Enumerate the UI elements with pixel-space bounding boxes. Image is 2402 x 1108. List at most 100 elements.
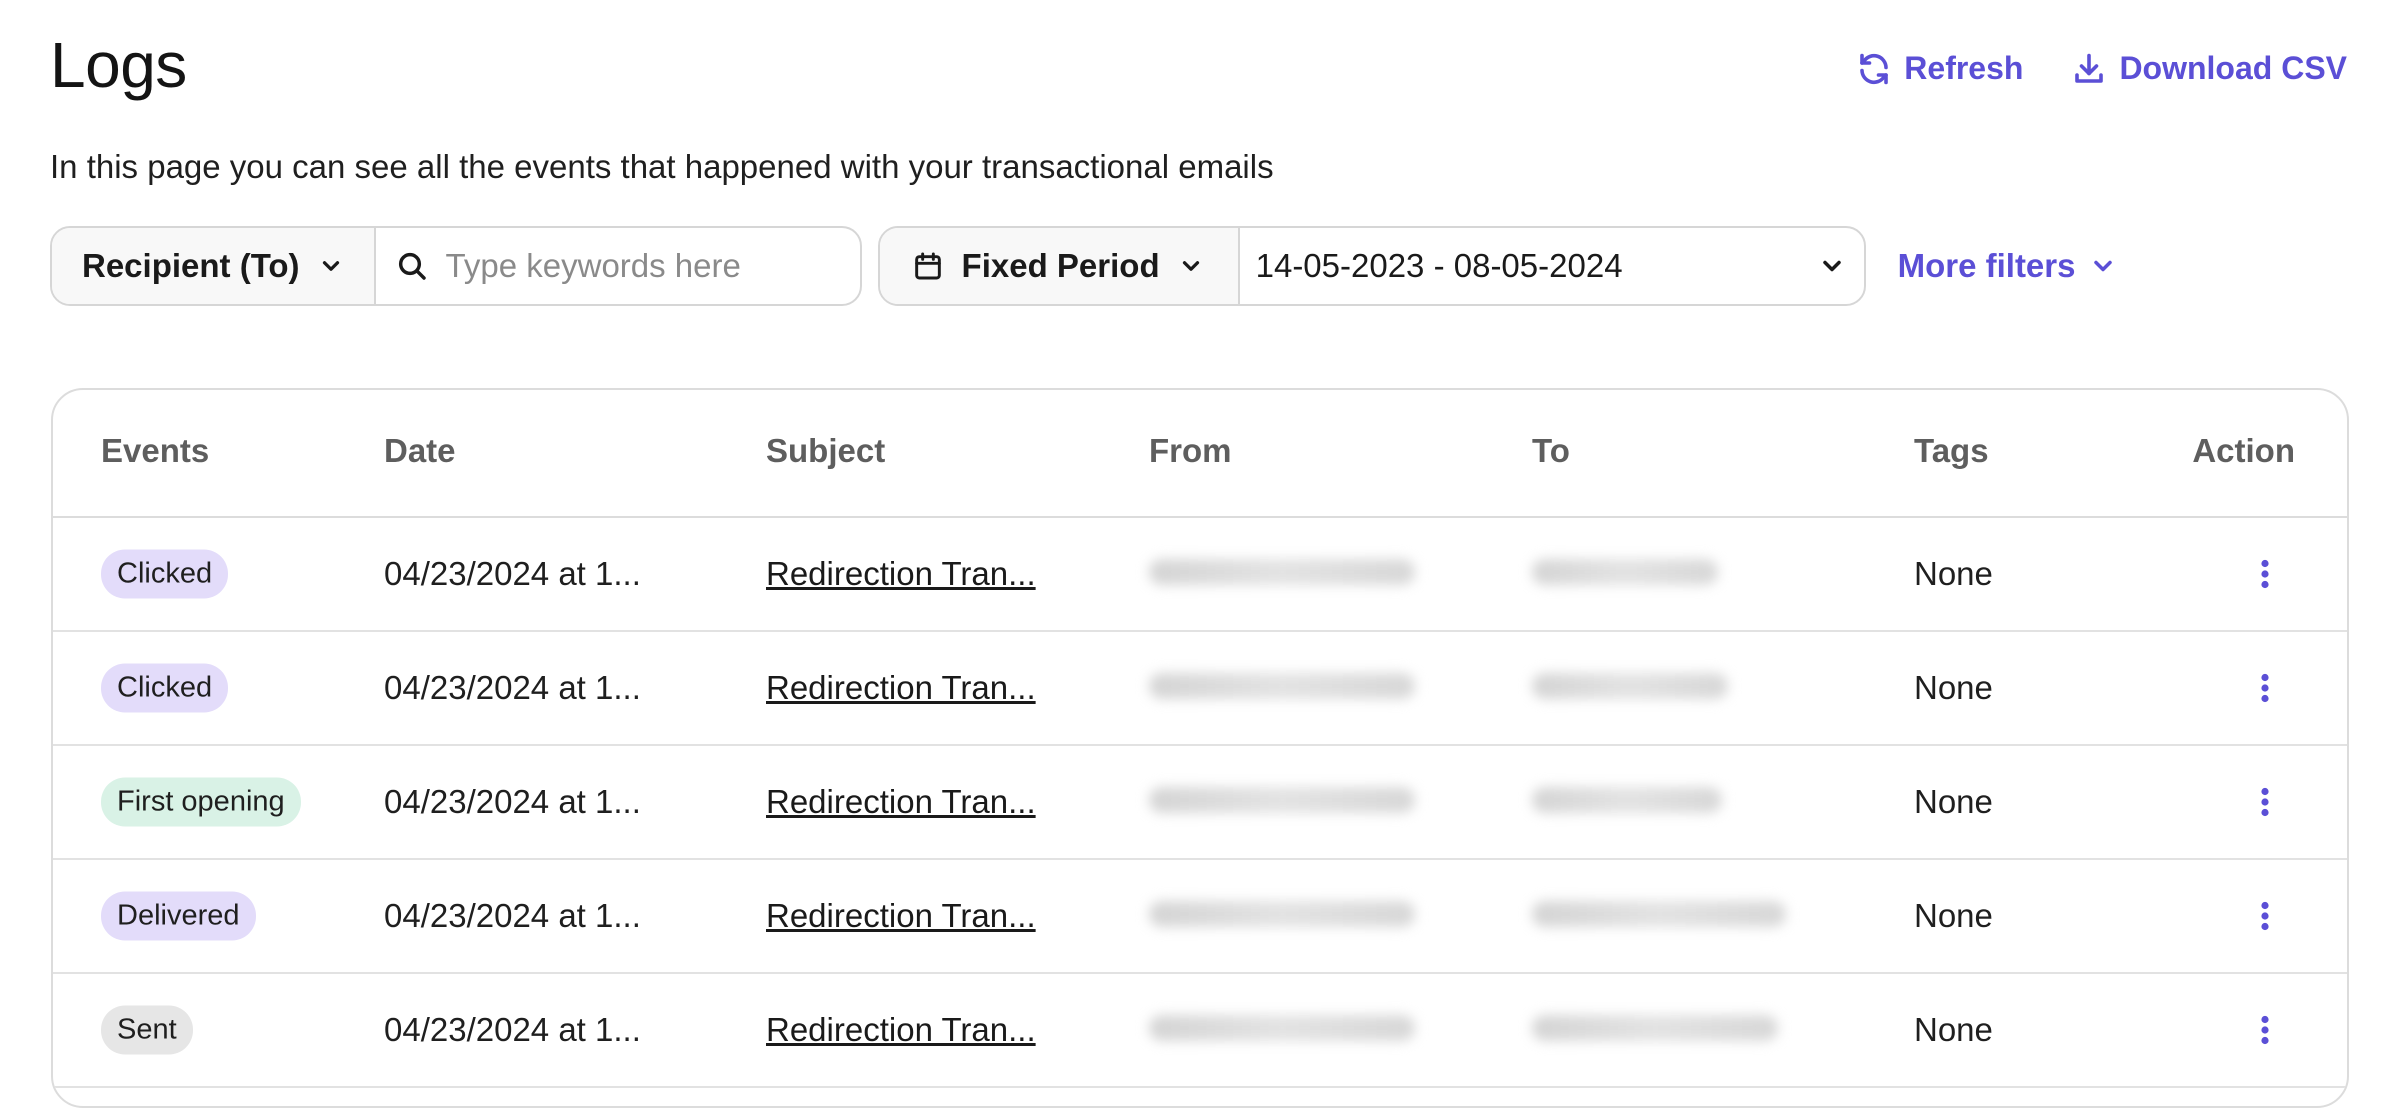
calendar-icon (914, 252, 941, 280)
chevron-down-icon (1182, 261, 1199, 271)
more-vertical-icon (2261, 1015, 2269, 1045)
table-row[interactable]: Clicked 04/23/2024 at 1... Redirection T… (53, 632, 2347, 746)
row-actions-button[interactable] (2243, 552, 2287, 596)
refresh-label: Refresh (1904, 50, 2024, 86)
subject-cell: Redirection Tran... (766, 669, 1036, 707)
action-cell (2243, 552, 2287, 596)
more-filters-label: More filters (1897, 247, 2076, 284)
page-description: In this page you can see all the events … (50, 148, 1274, 185)
column-header-tags: Tags (1914, 432, 1989, 469)
redacted-recipient-email (1532, 673, 1728, 699)
date-cell: 04/23/2024 at 1... (384, 669, 641, 706)
column-header-from: From (1149, 432, 1232, 469)
tags-cell: None (1914, 555, 1993, 592)
to-cell (1532, 783, 1722, 821)
action-cell (2243, 666, 2287, 710)
event-status-badge: Clicked (101, 663, 229, 713)
event-status-badge: Sent (101, 1005, 193, 1055)
row-actions-button[interactable] (2243, 666, 2287, 710)
keyword-filter-group: Recipient (To) (50, 226, 862, 306)
subject-link[interactable]: Redirection Tran... (766, 1011, 1036, 1048)
download-csv-button[interactable]: Download CSV (2071, 50, 2347, 87)
action-cell (2243, 780, 2287, 824)
field-select[interactable]: Recipient (To) (52, 228, 374, 304)
subject-cell: Redirection Tran... (766, 1011, 1036, 1049)
table-header: Events Date Subject From To Tags Action (53, 390, 2347, 518)
table-row[interactable]: Delivered 04/23/2024 at 1... Redirection… (53, 860, 2347, 974)
page-title: Logs (50, 29, 187, 101)
date-filter-group: Fixed Period 14-05-2023 - 08-05-2024 (877, 226, 1866, 306)
row-actions-button[interactable] (2243, 780, 2287, 824)
redacted-sender-email (1149, 901, 1415, 927)
more-filters-button[interactable]: More filters (1898, 247, 2118, 285)
event-status-badge: Delivered (101, 891, 256, 941)
more-vertical-icon (2261, 787, 2269, 817)
search-box (376, 228, 860, 304)
refresh-button[interactable]: Refresh (1856, 50, 2023, 87)
redacted-sender-email (1149, 673, 1415, 699)
column-header-date: Date (384, 432, 456, 469)
column-header-to: To (1532, 432, 1570, 469)
refresh-icon (1860, 53, 1889, 84)
subject-cell: Redirection Tran... (766, 555, 1036, 593)
event-cell: Clicked (101, 663, 229, 713)
redacted-recipient-email (1532, 901, 1786, 927)
download-icon (2075, 53, 2104, 83)
subject-link[interactable]: Redirection Tran... (766, 555, 1036, 592)
to-cell (1532, 1011, 1778, 1049)
more-vertical-icon (2261, 673, 2269, 703)
redacted-recipient-email (1532, 1015, 1778, 1041)
row-actions-button[interactable] (2243, 1008, 2287, 1052)
filter-bar: Recipient (To) Fixed Period 14-05-2023 -… (50, 226, 2117, 306)
field-select-label: Recipient (To) (82, 247, 300, 284)
chevron-down-icon (322, 261, 339, 271)
chevron-down-icon (1822, 260, 1841, 272)
tags-cell: None (1914, 1011, 1993, 1048)
date-cell: 04/23/2024 at 1... (384, 555, 641, 592)
tags-cell: None (1914, 669, 1993, 706)
to-cell (1532, 555, 1718, 593)
logs-page: Logs Refresh Download CSV In this page y… (0, 0, 2402, 1108)
column-header-subject: Subject (766, 432, 886, 469)
redacted-sender-email (1149, 559, 1415, 585)
from-cell (1149, 1011, 1415, 1049)
date-range-value: 14-05-2023 - 08-05-2024 (1255, 247, 1623, 284)
event-cell: Clicked (101, 549, 229, 599)
subject-link[interactable]: Redirection Tran... (766, 897, 1036, 934)
date-range-picker[interactable]: 14-05-2023 - 08-05-2024 (1240, 228, 1864, 304)
top-actions: Refresh Download CSV (1856, 50, 2347, 87)
tags-cell: None (1914, 783, 1993, 820)
chevron-down-icon (2094, 260, 2113, 272)
from-cell (1149, 555, 1415, 593)
row-actions-button[interactable] (2243, 894, 2287, 938)
event-cell: First opening (101, 777, 301, 827)
action-cell (2243, 894, 2287, 938)
subject-cell: Redirection Tran... (766, 897, 1036, 935)
more-vertical-icon (2261, 901, 2269, 931)
subject-link[interactable]: Redirection Tran... (766, 669, 1036, 706)
column-header-action: Action (2192, 432, 2295, 469)
table-row[interactable]: Clicked 04/23/2024 at 1... Redirection T… (53, 518, 2347, 632)
table-row[interactable]: Sent 04/23/2024 at 1... Redirection Tran… (53, 974, 2347, 1088)
event-cell: Delivered (101, 891, 256, 941)
redacted-sender-email (1149, 787, 1415, 813)
event-status-badge: Clicked (101, 549, 229, 599)
redacted-sender-email (1149, 1015, 1415, 1041)
date-cell: 04/23/2024 at 1... (384, 1011, 641, 1048)
period-select-label: Fixed Period (961, 247, 1160, 284)
table-row[interactable]: First opening 04/23/2024 at 1... Redirec… (53, 746, 2347, 860)
table-body: Clicked 04/23/2024 at 1... Redirection T… (53, 518, 2347, 1088)
to-cell (1532, 897, 1786, 935)
event-cell: Sent (101, 1005, 193, 1055)
tags-cell: None (1914, 897, 1993, 934)
search-input[interactable] (443, 246, 840, 286)
from-cell (1149, 897, 1415, 935)
redacted-recipient-email (1532, 559, 1718, 585)
subject-cell: Redirection Tran... (766, 783, 1036, 821)
from-cell (1149, 669, 1415, 707)
subject-link[interactable]: Redirection Tran... (766, 783, 1036, 820)
more-vertical-icon (2261, 559, 2269, 589)
date-cell: 04/23/2024 at 1... (384, 783, 641, 820)
period-select[interactable]: Fixed Period (879, 228, 1238, 304)
to-cell (1532, 669, 1728, 707)
